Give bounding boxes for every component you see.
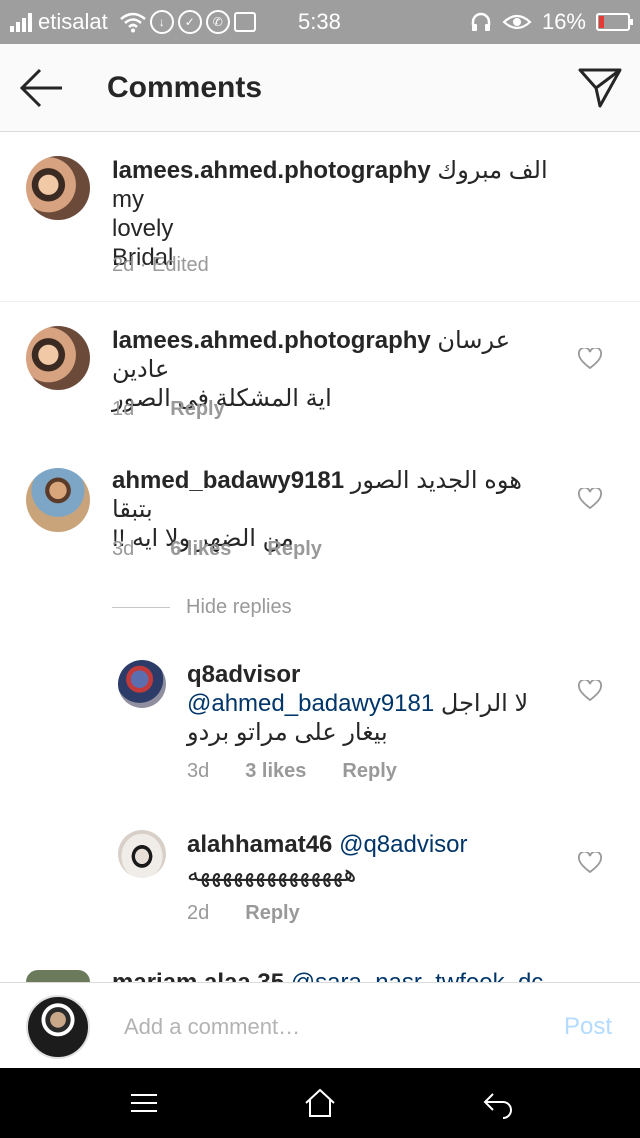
avatar[interactable] [118, 830, 166, 878]
clock: 5:38 [298, 9, 341, 34]
reply-button[interactable]: Reply [342, 760, 396, 783]
caption-arabic: الف مبروك [437, 157, 548, 184]
hide-replies-button[interactable]: Hide replies [112, 596, 292, 619]
comment-input[interactable] [124, 1003, 534, 1051]
whatsapp-icon: ✆ [205, 10, 230, 34]
image-icon [233, 12, 256, 32]
status-bar: etisalat ↓ ✓ ✆ 5:38 16% [0, 0, 640, 44]
avatar[interactable] [26, 326, 90, 390]
comment: lamees.ahmed.photography عرسان عادين اية… [0, 302, 640, 442]
caption-word: lovely [112, 215, 174, 242]
reply-text: q8advisor @ahmed_badawy9181 لا الراجل بي… [187, 660, 557, 747]
caption: lamees.ahmed.photography الف مبروك my lo… [0, 132, 640, 302]
reply-text: alahhamat46 @q8advisor ههههههههههههههه [187, 830, 557, 888]
edited-label: Edited [152, 254, 209, 276]
comment-time: 2d [187, 902, 210, 924]
header: Comments [0, 44, 640, 132]
add-comment-bar: Post [0, 982, 640, 1070]
avatar[interactable] [26, 156, 90, 220]
carrier-label: etisalat [38, 9, 108, 34]
back-icon[interactable] [481, 1086, 515, 1120]
navigation-bar [0, 1068, 640, 1138]
comment-meta: 3d 3 likes Reply [187, 760, 433, 783]
comment-meta: 1d Reply [112, 398, 261, 421]
reply-button[interactable]: Reply [245, 902, 299, 925]
comment-time: 2d [112, 254, 135, 276]
reply-button[interactable]: Reply [267, 538, 321, 561]
heart-icon[interactable] [578, 680, 602, 702]
username[interactable]: lamees.ahmed.photography [112, 327, 431, 354]
likes-count[interactable]: 3 likes [245, 760, 306, 783]
reply: q8advisor @ahmed_badawy9181 لا الراجل بي… [0, 640, 640, 800]
comment-meta: 2d · Edited [112, 254, 209, 276]
username[interactable]: q8advisor [187, 661, 300, 688]
reply-button[interactable]: Reply [170, 398, 224, 421]
divider [112, 607, 170, 608]
page-title: Comments [107, 71, 263, 104]
reply: alahhamat46 @q8advisor ههههههههههههههه 2… [0, 810, 640, 960]
battery-icon [596, 13, 633, 31]
mention-link[interactable]: @ahmed_badawy9181 [187, 690, 434, 717]
heart-icon[interactable] [578, 348, 602, 370]
comment-meta: 3d 6 likes Reply [112, 538, 358, 561]
avatar[interactable] [26, 468, 90, 532]
username[interactable]: lamees.ahmed.photography [112, 157, 431, 184]
post-button[interactable]: Post [564, 1013, 612, 1041]
home-icon[interactable] [303, 1086, 337, 1120]
comment-time: 1d [112, 398, 135, 420]
comment-arabic: لا الراجل [440, 690, 529, 717]
username[interactable]: mariam.alaa.35 [112, 969, 284, 982]
avatar[interactable] [26, 970, 90, 982]
comment-arabic: بيغار على مراتو بردو [187, 719, 388, 746]
mention-link[interactable]: @q8advisor [339, 831, 467, 858]
comment-meta: 2d Reply [187, 902, 336, 925]
mention-link[interactable]: @sara_nasr_twfeek_dc [291, 969, 544, 982]
menu-icon[interactable] [127, 1086, 161, 1120]
username[interactable]: ahmed_badawy9181 [112, 467, 344, 494]
check-icon: ✓ [177, 10, 202, 34]
wifi-icon [119, 12, 146, 33]
comment-peek: mariam.alaa.35 @sara_nasr_twfeek_dc [112, 968, 572, 982]
username[interactable]: alahhamat46 [187, 831, 332, 858]
heart-icon[interactable] [578, 852, 602, 874]
hide-replies-label: Hide replies [186, 596, 292, 618]
comment-arabic: ههههههههههههههه [187, 860, 357, 887]
my-avatar [26, 995, 90, 1059]
download-icon: ↓ [149, 10, 174, 34]
comment-time: 3d [187, 760, 210, 782]
avatar[interactable] [118, 660, 166, 708]
heart-icon[interactable] [578, 488, 602, 510]
back-arrow-icon[interactable] [18, 66, 66, 110]
likes-count[interactable]: 6 likes [170, 538, 231, 561]
comment: ahmed_badawy9181 هوه الجديد الصور بتبقا … [0, 442, 640, 592]
direct-message-icon[interactable] [576, 64, 624, 112]
eye-icon [502, 14, 532, 30]
signal-icon [10, 12, 32, 32]
caption-word: my [112, 186, 144, 213]
headset-icon [471, 12, 491, 31]
battery-percent: 16% [541, 9, 586, 34]
comment-time: 3d [112, 538, 135, 560]
